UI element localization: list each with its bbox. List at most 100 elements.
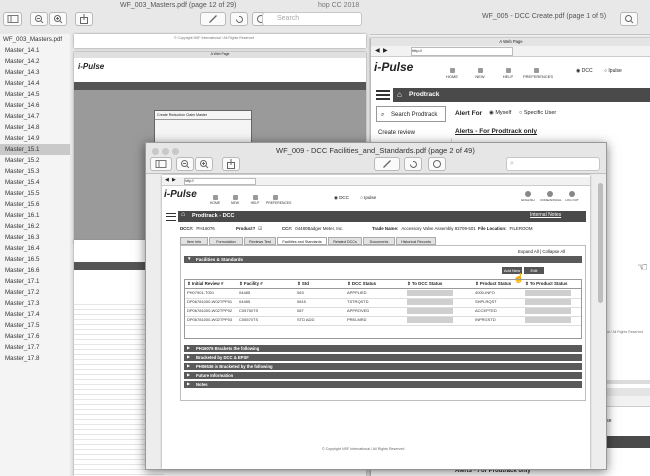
sidebar-page-item[interactable]: Master_14.4 <box>5 78 39 89</box>
sidebar-page-item[interactable]: Master_15.1 <box>0 144 70 155</box>
collapsed-section-bar[interactable]: ▶ Future Information <box>184 372 582 379</box>
markup-button[interactable] <box>200 12 226 26</box>
side-icon-0[interactable]: ENGLISH <box>518 191 538 202</box>
radio-dcc[interactable]: ◉ DCC <box>576 68 593 74</box>
maximize-window-icon[interactable] <box>172 148 179 155</box>
nav-item-help[interactable]: HELP <box>495 68 521 79</box>
sidebar-page-item[interactable]: Master_17.8 <box>5 353 39 364</box>
collapsed-section-bar[interactable]: ▶ PH06536 is Bracketed by the following <box>184 363 582 370</box>
sidebar-page-item[interactable]: Master_16.6 <box>5 265 39 276</box>
collapsed-section-bar[interactable]: ▶ Bracketed by DCC & EPSF <box>184 354 582 361</box>
right-url-text[interactable]: http:// <box>411 47 513 56</box>
zoom-out-button[interactable] <box>30 12 48 26</box>
edit-button[interactable]: Edit <box>524 267 544 274</box>
home-icon[interactable]: ⌂ <box>181 211 185 218</box>
sidebar-page-item[interactable]: Master_17.6 <box>5 331 39 342</box>
collapsed-section-bar[interactable]: ▶ Notes <box>184 381 582 388</box>
sidebar-page-item[interactable]: Master_16.2 <box>5 221 39 232</box>
facilities-section-bar[interactable]: ▼ Facilities & Standards <box>184 256 582 263</box>
sidebar-page-item[interactable]: Master_17.4 <box>5 309 39 320</box>
forward-icon[interactable]: ▶ <box>172 177 176 183</box>
front-url-text[interactable]: http:// <box>184 178 256 185</box>
alert-radio-specific[interactable]: ○ Specific User <box>519 110 556 116</box>
alert-radio-myself[interactable]: ◉ Myself <box>489 110 511 116</box>
tab-6[interactable]: Historical Records <box>396 237 436 245</box>
sidebar-page-item[interactable]: Master_15.2 <box>5 155 39 166</box>
sidebar-page-item[interactable]: Master_14.9 <box>5 133 39 144</box>
sidebar-page-item[interactable]: Master_14.2 <box>5 56 39 67</box>
sidebar-toggle-button[interactable] <box>3 12 22 26</box>
table-column-header[interactable]: ⇕ Std <box>297 281 345 287</box>
sidebar-page-item[interactable]: Master_14.3 <box>5 67 39 78</box>
front-share-button[interactable] <box>222 157 240 171</box>
right-hamburger-icon[interactable] <box>376 90 390 100</box>
table-column-header[interactable]: ⇕ DCC Status <box>347 281 405 287</box>
minimize-window-icon[interactable] <box>162 148 169 155</box>
front-markup-button[interactable] <box>374 157 400 171</box>
radio-ipulse[interactable]: ○ Ipulse <box>360 195 376 200</box>
expand-collapse-links[interactable]: Expand All | Collapse All <box>518 249 565 254</box>
sidebar-page-item[interactable]: Master_16.1 <box>5 210 39 221</box>
tab-0[interactable]: Item Info <box>180 237 208 245</box>
zoom-in-button[interactable] <box>49 12 67 26</box>
sidebar-page-item[interactable]: Master_16.4 <box>5 243 39 254</box>
right-search-button[interactable]: ⌕ Search Prodtrack <box>376 106 446 122</box>
front-rotate-button[interactable] <box>404 157 422 171</box>
sidebar-page-item[interactable]: Master_15.5 <box>5 188 39 199</box>
sidebar-page-item[interactable]: Master_14.5 <box>5 89 39 100</box>
front-zoom-out-button[interactable] <box>176 157 194 171</box>
tab-1[interactable]: Formulation <box>209 237 243 245</box>
sidebar-page-item[interactable]: Master_17.7 <box>5 342 39 353</box>
sidebar-page-item[interactable]: Master_15.4 <box>5 177 39 188</box>
front-hamburger-icon[interactable] <box>166 213 176 221</box>
tab-2[interactable]: Reviews Test <box>244 237 276 245</box>
right-zoom-button[interactable] <box>620 12 638 26</box>
internal-notes-link[interactable]: Internal Notes <box>530 212 561 218</box>
right-alert-link[interactable]: Alerts - For Prodtrack only <box>455 128 537 135</box>
table-row[interactable]: DP06781000-W02TPP03 C05570TS STD ADD PRELMR… <box>185 316 581 326</box>
nav-item-preferences[interactable]: PREFERENCES <box>266 195 291 205</box>
tab-5[interactable]: Documents <box>363 237 395 245</box>
rotate-button[interactable] <box>230 12 248 26</box>
side-icon-2[interactable]: LOG OUT <box>562 191 582 202</box>
front-sidebar-button[interactable] <box>150 157 172 171</box>
nav-item-new[interactable]: NEW <box>467 68 493 79</box>
tab-3[interactable]: Facilities and Standards <box>277 237 327 245</box>
sidebar-page-item[interactable]: Master_16.5 <box>5 254 39 265</box>
nav-item-new[interactable]: NEW <box>226 195 244 205</box>
masters-search-input[interactable]: Search <box>262 12 362 26</box>
front-annotate-button[interactable] <box>428 157 446 171</box>
table-column-header[interactable]: ⇕ To Product Status <box>525 281 581 287</box>
table-column-header[interactable]: ⇕ Facility # <box>239 281 294 287</box>
sidebar-page-item[interactable]: Master_14.1 <box>5 45 39 56</box>
sidebar-page-item[interactable]: Master_14.6 <box>5 100 39 111</box>
sidebar-page-item[interactable]: Master_14.8 <box>5 122 39 133</box>
side-icon-1[interactable]: CODE/ANNUAL <box>540 191 562 202</box>
front-scrollbar[interactable] <box>598 183 603 303</box>
tab-4[interactable]: Related DCCs <box>328 237 362 245</box>
table-column-header[interactable]: ⇕ To DCC Status <box>407 281 473 287</box>
sidebar-page-item[interactable]: Master_14.7 <box>5 111 39 122</box>
sidebar-page-item[interactable]: Master_17.5 <box>5 320 39 331</box>
table-column-header[interactable]: ⇕ Product Status <box>475 281 523 287</box>
front-search-input[interactable]: ⌕ <box>506 157 600 171</box>
back-icon[interactable]: ◀ <box>375 47 380 54</box>
front-zoom-in-button[interactable] <box>195 157 213 171</box>
sidebar-page-item[interactable]: Master_15.3 <box>5 166 39 177</box>
sidebar-page-item[interactable]: Master_16.3 <box>5 232 39 243</box>
nav-item-home[interactable]: HOME <box>439 68 465 79</box>
nav-item-home[interactable]: HOME <box>206 195 224 205</box>
back-icon[interactable]: ◀ <box>165 177 169 183</box>
sidebar-page-item[interactable]: Master_17.3 <box>5 298 39 309</box>
nav-item-help[interactable]: HELP <box>246 195 264 205</box>
forward-icon[interactable]: ▶ <box>383 47 388 54</box>
close-window-icon[interactable] <box>152 148 159 155</box>
sidebar-page-item[interactable]: Master_17.2 <box>5 287 39 298</box>
collapsed-section-bar[interactable]: ▶ PH16076 Brackets the following <box>184 345 582 352</box>
sidebar-page-item[interactable]: Master_17.1 <box>5 276 39 287</box>
share-button[interactable] <box>75 12 93 26</box>
home-icon[interactable]: ⌂ <box>397 90 402 99</box>
sidebar-page-item[interactable]: Master_15.6 <box>5 199 39 210</box>
nav-item-preferences[interactable]: PREFERENCES <box>523 68 553 79</box>
create-review-link[interactable]: Create review <box>378 130 415 136</box>
